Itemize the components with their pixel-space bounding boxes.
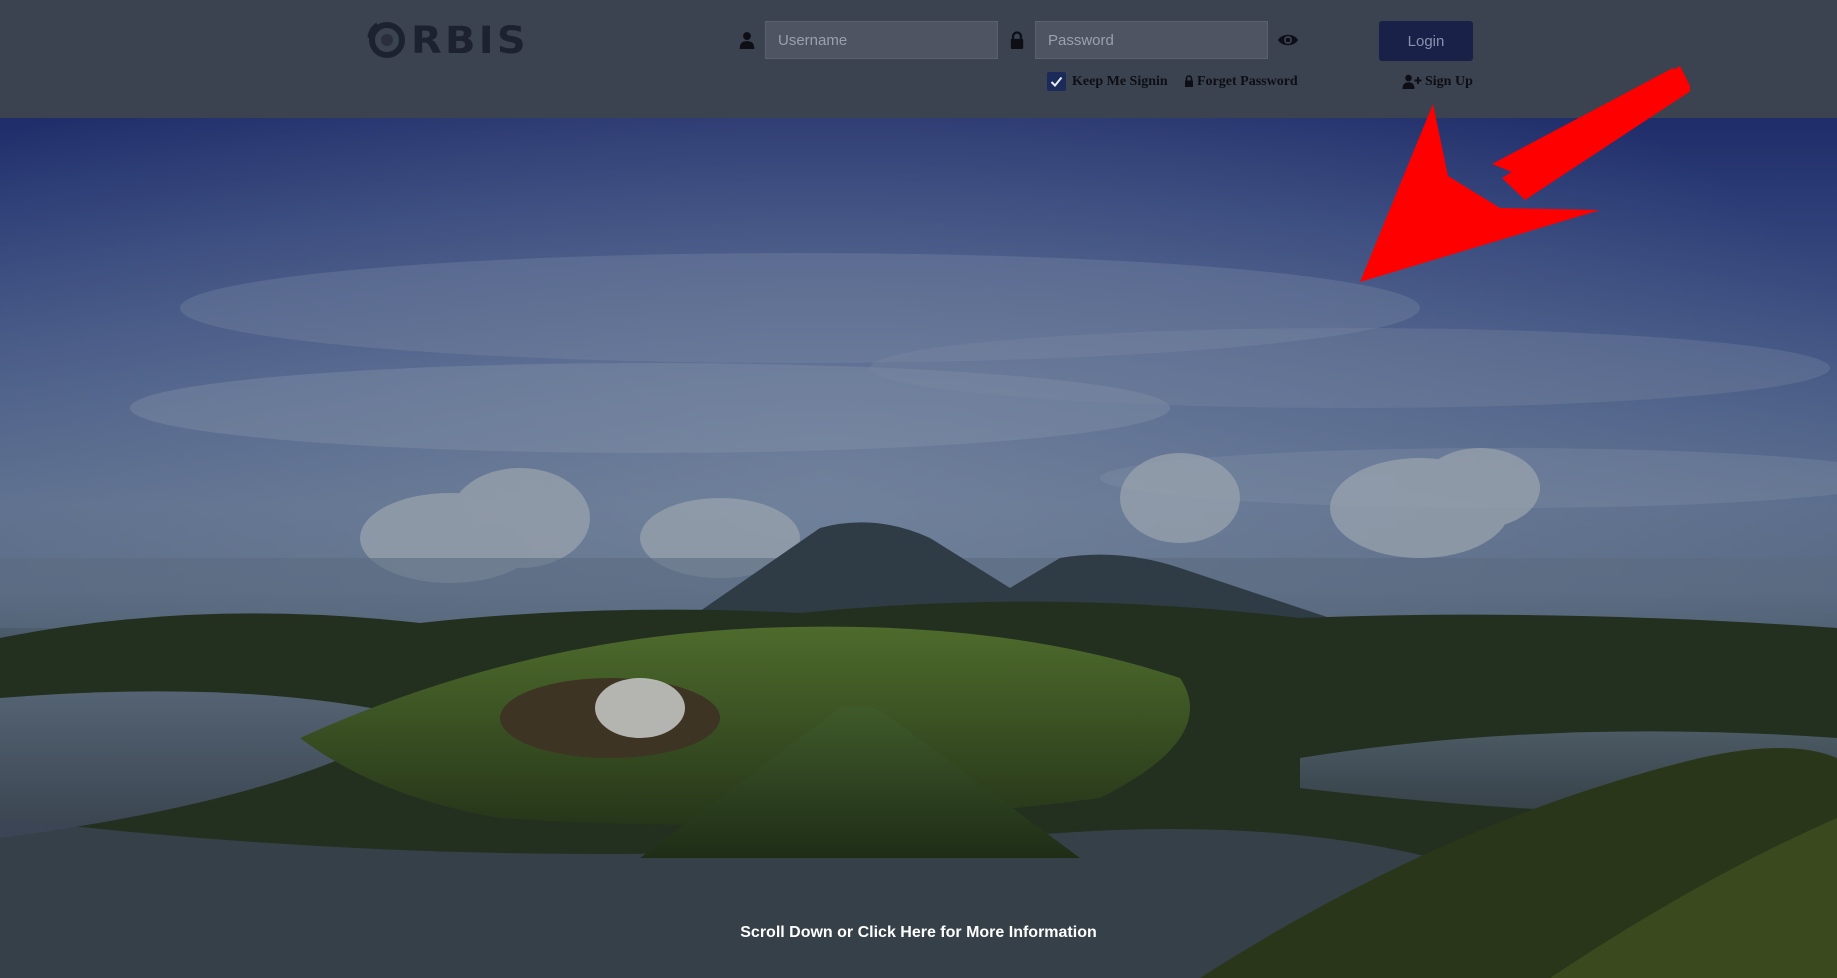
orbis-logo[interactable]: RBIS — [365, 18, 526, 62]
scroll-more-info-link[interactable]: Scroll Down or Click Here for More Infor… — [0, 924, 1837, 942]
logo-text: RBIS — [411, 18, 529, 62]
lock-icon — [1185, 75, 1193, 87]
username-input[interactable] — [765, 21, 998, 59]
forget-password-link[interactable]: Forget Password — [1197, 74, 1298, 90]
check-icon — [1050, 76, 1063, 87]
logo-ring-icon — [367, 22, 405, 58]
lock-icon — [1010, 31, 1024, 49]
login-button[interactable]: Login — [1379, 21, 1473, 61]
keep-me-signin-label[interactable]: Keep Me Signin — [1072, 74, 1168, 90]
password-input[interactable] — [1035, 21, 1268, 59]
user-icon — [739, 32, 755, 49]
keep-me-signin-checkbox[interactable] — [1047, 72, 1066, 91]
eye-icon[interactable] — [1277, 32, 1299, 48]
red-arrow-annotation — [1360, 66, 1690, 282]
